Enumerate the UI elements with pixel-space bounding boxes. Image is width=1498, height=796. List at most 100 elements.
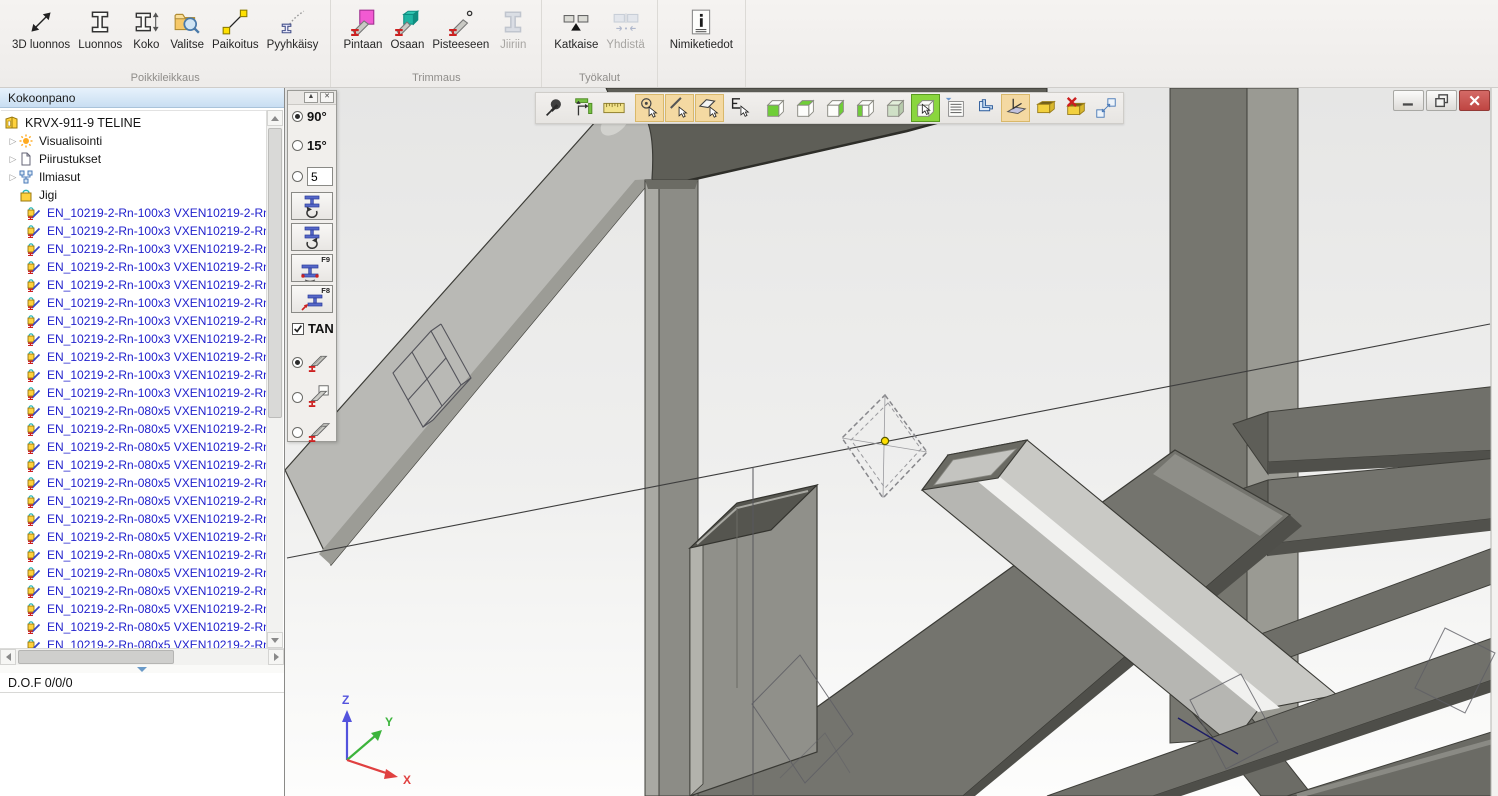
tree-item-profile[interactable]: EN_10219-2-Rn-080x5 VXEN10219-2-Rn-0 [1,636,267,648]
ribbon-button-trim-part[interactable]: Osaan [386,4,428,54]
tree-item-profile[interactable]: EN_10219-2-Rn-080x5 VXEN10219-2-Rn-0 [1,420,267,438]
tray-delete-icon[interactable] [1061,94,1090,122]
horizontal-scroll-thumb[interactable] [18,650,174,664]
select-box-icon[interactable] [911,94,940,122]
ribbon-button-profile[interactable]: Luonnos [74,4,126,54]
pick-part-icon[interactable] [725,94,754,122]
l-profile-icon[interactable] [971,94,1000,122]
tree-item-profile[interactable]: EN_10219-2-Rn-080x5 VXEN10219-2-Rn-0 [1,456,267,474]
minimize-button[interactable] [1393,90,1424,111]
expand-icon[interactable] [1091,94,1120,122]
tree-horizontal-scrollbar[interactable] [0,648,284,665]
tree-item-profile[interactable]: EN_10219-2-Rn-080x5 VXEN10219-2-Rn-0 [1,600,267,618]
tree-item-profile[interactable]: EN_10219-2-Rn-100x3 VXEN10219-2-Rn-1 [1,258,267,276]
angle-option-custom[interactable] [288,163,336,188]
vertical-scroll-thumb[interactable] [268,128,282,418]
snap-line-icon[interactable] [665,94,694,122]
scroll-left-button[interactable] [0,649,16,665]
flip-f8-button[interactable]: F8 [291,285,333,313]
tree-item-profile[interactable]: EN_10219-2-Rn-080x5 VXEN10219-2-Rn-0 [1,492,267,510]
ref-plane-icon[interactable] [569,94,598,122]
tree-item-profile[interactable]: EN_10219-2-Rn-100x3 VXEN10219-2-Rn-1 [1,348,267,366]
tree-item-profile[interactable]: EN_10219-2-Rn-100x3 VXEN10219-2-Rn-1 [1,384,267,402]
viewport-3d[interactable]: ▲ ✕ 90° 15° F9 F8 TAN [285,88,1498,796]
tree-item-profile[interactable]: EN_10219-2-Rn-100x3 VXEN10219-2-Rn-1 [1,330,267,348]
snap-point-marker[interactable] [881,437,888,444]
palette-close-button[interactable]: ✕ [320,92,334,103]
palette-collapse-button[interactable]: ▲ [304,92,318,103]
snap-face-icon[interactable] [695,94,724,122]
tree-item-profile[interactable]: EN_10219-2-Rn-080x5 VXEN10219-2-Rn-0 [1,510,267,528]
panel-splitter[interactable] [0,665,284,673]
custom-angle-input[interactable] [307,167,333,186]
tree-item-profile[interactable]: EN_10219-2-Rn-100x3 VXEN10219-2-Rn-1 [1,240,267,258]
tree-item-profile[interactable]: EN_10219-2-Rn-100x3 VXEN10219-2-Rn-1 [1,294,267,312]
ruler-icon[interactable] [599,94,628,122]
ribbon-button-split[interactable]: Katkaise [550,4,602,54]
ribbon-button-folder-search[interactable]: Valitse [166,4,208,54]
tree-node-jig[interactable]: Jigi [1,186,267,204]
ribbon-button-join[interactable]: Yhdistä [602,4,648,54]
tree-item-profile[interactable]: EN_10219-2-Rn-080x5 VXEN10219-2-Rn-0 [1,582,267,600]
ribbon-button-miter[interactable]: Jiiriin [493,4,533,54]
cube-left-icon[interactable] [851,94,880,122]
tree-root[interactable]: KRVX-911-9 TELINE [1,114,267,132]
tree-item-profile[interactable]: EN_10219-2-Rn-080x5 VXEN10219-2-Rn-0 [1,528,267,546]
tree-node-variants[interactable]: ▷Ilmiasut [1,168,267,186]
flip-f9-button[interactable]: F9 [291,254,333,282]
tree-item-profile[interactable]: EN_10219-2-Rn-100x3 VXEN10219-2-Rn-1 [1,222,267,240]
rotate-ccw-button[interactable] [291,192,333,220]
place-beam-to-face-radio[interactable] [292,392,303,403]
tangent-option[interactable]: TAN [288,317,336,338]
scroll-right-button[interactable] [268,649,284,665]
tree-item-profile[interactable]: EN_10219-2-Rn-080x5 VXEN10219-2-Rn-0 [1,546,267,564]
place-multiple-beams-option[interactable] [288,414,336,449]
tree-item-profile[interactable]: EN_10219-2-Rn-100x3 VXEN10219-2-Rn-1 [1,204,267,222]
expander-icon[interactable]: ▷ [7,154,19,165]
tree-item-profile[interactable]: EN_10219-2-Rn-100x3 VXEN10219-2-Rn-1 [1,366,267,384]
cube-right-icon[interactable] [821,94,850,122]
list-icon[interactable] [941,94,970,122]
ribbon-button-placement[interactable]: Paikoitus [208,4,263,54]
tree-item-profile[interactable]: EN_10219-2-Rn-080x5 VXEN10219-2-Rn-0 [1,564,267,582]
radio-90-icon[interactable] [292,111,303,122]
tree-item-profile[interactable]: EN_10219-2-Rn-080x5 VXEN10219-2-Rn-0 [1,474,267,492]
place-beam-to-face-option[interactable] [288,379,336,414]
ribbon-button-sweep[interactable]: Pyyhkäisy [263,4,323,54]
restore-button[interactable] [1426,90,1457,111]
sketch-plane-icon[interactable] [1001,94,1030,122]
place-single-beam-radio[interactable] [292,357,303,368]
tree-item-profile[interactable]: EN_10219-2-Rn-100x3 VXEN10219-2-Rn-1 [1,276,267,294]
ribbon-button-sketch-3d[interactable]: 3D luonnos [8,4,74,54]
angle-option-90[interactable]: 90° [288,105,336,126]
tree-item-profile[interactable]: EN_10219-2-Rn-080x5 VXEN10219-2-Rn-0 [1,618,267,636]
ribbon-button-profile-size[interactable]: Koko [126,4,166,54]
cube-shaded-icon[interactable] [881,94,910,122]
tan-checkbox[interactable] [292,323,304,335]
place-multiple-beams-radio[interactable] [292,427,303,438]
ribbon-button-trim-point[interactable]: Pisteeseen [428,4,493,54]
tree-item-profile[interactable]: EN_10219-2-Rn-100x3 VXEN10219-2-Rn-1 [1,312,267,330]
tree-item-profile[interactable]: EN_10219-2-Rn-080x5 VXEN10219-2-Rn-0 [1,402,267,420]
tree-node-sun[interactable]: ▷Visualisointi [1,132,267,150]
tree-vertical-scrollbar[interactable] [266,110,283,648]
ribbon-button-item-info[interactable]: Nimiketiedot [666,4,737,54]
pin-icon[interactable] [539,94,568,122]
expander-icon[interactable]: ▷ [7,172,19,183]
scroll-down-button[interactable] [267,632,283,648]
cube-top-icon[interactable] [791,94,820,122]
place-single-beam-option[interactable] [288,344,336,379]
expander-icon[interactable]: ▷ [7,136,19,147]
scroll-up-button[interactable] [267,110,283,126]
angle-option-15[interactable]: 15° [288,134,336,155]
tray-icon[interactable] [1031,94,1060,122]
radio-custom-icon[interactable] [292,171,303,182]
rotate-cw-button[interactable] [291,223,333,251]
ribbon-button-trim-surface[interactable]: Pintaan [339,4,386,54]
close-button[interactable] [1459,90,1490,111]
tree-item-profile[interactable]: EN_10219-2-Rn-080x5 VXEN10219-2-Rn-0 [1,438,267,456]
snap-center-icon[interactable] [635,94,664,122]
cube-solid-icon[interactable] [761,94,790,122]
radio-15-icon[interactable] [292,140,303,151]
tree-node-page[interactable]: ▷Piirustukset [1,150,267,168]
